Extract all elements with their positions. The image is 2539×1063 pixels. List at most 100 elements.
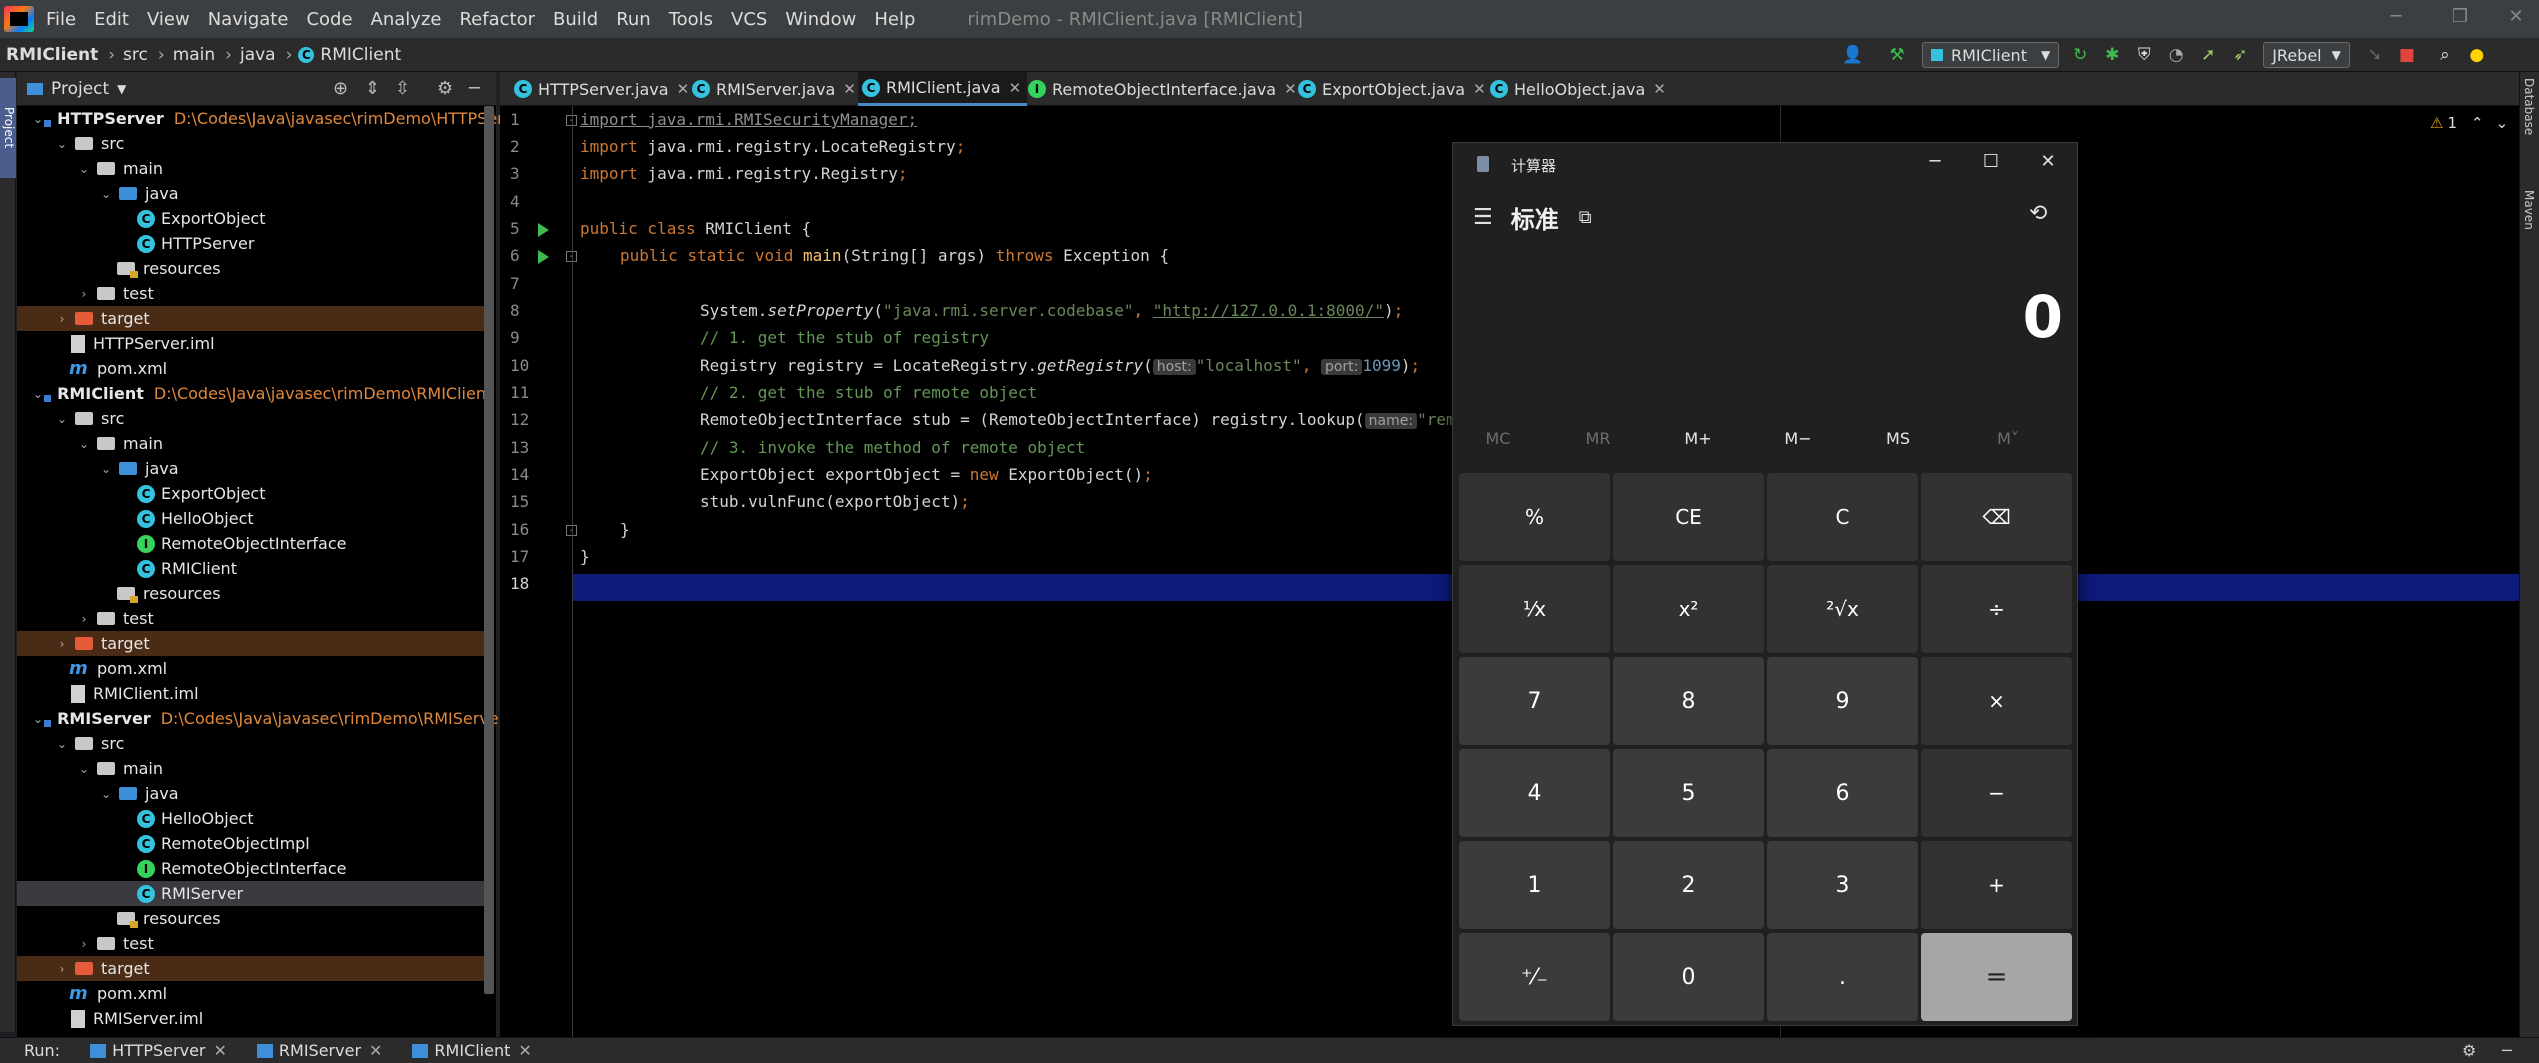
profile-icon[interactable]: ◔ bbox=[2165, 44, 2187, 66]
ms-button[interactable]: MS bbox=[1853, 429, 1943, 448]
tree-interface[interactable]: I RemoteObjectInterface bbox=[17, 856, 487, 881]
close-icon[interactable]: ✕ bbox=[518, 1041, 531, 1060]
tree-file[interactable]: RMIClient.iml bbox=[17, 681, 487, 706]
hamburger-menu-icon[interactable]: ☰ bbox=[1473, 205, 1493, 230]
tree-folder-resources[interactable]: resources bbox=[17, 581, 487, 606]
menu-code[interactable]: Code bbox=[306, 9, 352, 30]
search-icon[interactable]: ⌕ bbox=[2434, 44, 2456, 66]
tree-module-rmiserver[interactable]: ⌄ RMIServer D:\Codes\Java\javasec\rimDem… bbox=[17, 706, 505, 731]
m-plus-button[interactable]: M+ bbox=[1653, 429, 1743, 448]
collapse-arrow-icon[interactable]: › bbox=[77, 287, 91, 301]
mr-button[interactable]: MR bbox=[1553, 429, 1643, 448]
collapse-arrow-icon[interactable]: › bbox=[55, 637, 69, 651]
chevron-down-icon[interactable]: ⌄ bbox=[2496, 114, 2509, 132]
percent-button[interactable]: % bbox=[1459, 473, 1610, 561]
digit-7-button[interactable]: 7 bbox=[1459, 657, 1610, 745]
digit-1-button[interactable]: 1 bbox=[1459, 841, 1610, 929]
tab-remoteobjectinterface[interactable]: I RemoteObjectInterface.java ✕ bbox=[1024, 72, 1297, 106]
tree-class[interactable]: C RMIClient bbox=[17, 556, 487, 581]
expand-arrow-icon[interactable]: ⌄ bbox=[77, 437, 91, 451]
digit-2-button[interactable]: 2 bbox=[1613, 841, 1764, 929]
tree-folder-src[interactable]: ⌄ src bbox=[17, 131, 487, 156]
project-tool-tab[interactable]: Project bbox=[0, 78, 16, 178]
tree-folder-test[interactable]: › test bbox=[17, 281, 487, 306]
tree-module-rmiclient[interactable]: ⌄ RMIClient D:\Codes\Java\javasec\rimDem… bbox=[17, 381, 492, 406]
menu-build[interactable]: Build bbox=[553, 9, 598, 30]
tab-httpserver[interactable]: C HTTPServer.java ✕ bbox=[510, 72, 689, 106]
hide-icon[interactable]: ─ bbox=[2502, 1041, 2512, 1060]
reciprocal-button[interactable]: ¹⁄x bbox=[1459, 565, 1610, 653]
run-tab-rmiclient[interactable]: RMIClient ✕ bbox=[412, 1041, 532, 1060]
tree-file[interactable]: RMIServer.iml bbox=[17, 1006, 487, 1031]
tree-folder-java[interactable]: ⌄ java bbox=[17, 781, 487, 806]
keep-on-top-icon[interactable]: ⧉ bbox=[1579, 207, 1592, 228]
tree-folder-resources[interactable]: resources bbox=[17, 256, 487, 281]
chevron-up-icon[interactable]: ⌃ bbox=[2471, 114, 2484, 132]
tree-file[interactable]: HTTPServer.iml bbox=[17, 331, 487, 356]
hide-icon[interactable]: ─ bbox=[469, 78, 480, 99]
jrebel-debug-icon[interactable]: ➶ bbox=[2229, 44, 2251, 66]
project-scrollbar[interactable] bbox=[484, 106, 494, 994]
user-icon[interactable]: 👤 bbox=[1842, 44, 1864, 66]
memory-list-button[interactable]: M˅ bbox=[1963, 429, 2053, 448]
digit-3-button[interactable]: 3 bbox=[1767, 841, 1918, 929]
run-configuration-select[interactable]: RMIClient ▼ bbox=[1922, 42, 2060, 68]
database-tool-tab[interactable]: Database bbox=[2522, 78, 2536, 135]
expand-arrow-icon[interactable]: ⌄ bbox=[55, 137, 69, 151]
menu-analyze[interactable]: Analyze bbox=[371, 9, 442, 30]
tab-exportobject[interactable]: C ExportObject.java ✕ bbox=[1294, 72, 1486, 106]
expand-arrow-icon[interactable]: ⌄ bbox=[33, 387, 43, 401]
inspection-widget[interactable]: ⚠ 1 ⌃ ⌄ bbox=[2430, 114, 2508, 132]
expand-arrow-icon[interactable]: ⌄ bbox=[33, 112, 43, 126]
locate-icon[interactable]: ⊕ bbox=[333, 78, 348, 99]
plugin-icon[interactable]: ● bbox=[2466, 44, 2488, 66]
tree-folder-target[interactable]: › target bbox=[17, 956, 487, 981]
tree-class-selected[interactable]: C RMIServer bbox=[17, 881, 487, 906]
menu-view[interactable]: View bbox=[147, 9, 190, 30]
divide-button[interactable]: ÷ bbox=[1921, 565, 2072, 653]
digit-6-button[interactable]: 6 bbox=[1767, 749, 1918, 837]
tree-interface[interactable]: I RemoteObjectInterface bbox=[17, 531, 487, 556]
clear-button[interactable]: C bbox=[1767, 473, 1918, 561]
tree-module-httpserver[interactable]: ⌄ HTTPServer D:\Codes\Java\javasec\rimDe… bbox=[17, 106, 513, 131]
tree-class[interactable]: C RemoteObjectImpl bbox=[17, 831, 487, 856]
project-panel-title[interactable]: Project bbox=[51, 79, 109, 99]
run-tab-httpserver[interactable]: HTTPServer ✕ bbox=[90, 1041, 227, 1060]
tree-file[interactable]: m pom.xml bbox=[17, 356, 487, 381]
tree-folder-test[interactable]: › test bbox=[17, 931, 487, 956]
chevron-down-icon[interactable]: ▼ bbox=[117, 82, 126, 96]
menu-run[interactable]: Run bbox=[616, 9, 651, 30]
decimal-button[interactable]: . bbox=[1767, 933, 1918, 1021]
clear-entry-button[interactable]: CE bbox=[1613, 473, 1764, 561]
expand-all-icon[interactable]: ⇕ bbox=[365, 78, 380, 99]
tree-folder-main[interactable]: ⌄ main bbox=[17, 156, 487, 181]
collapse-all-icon[interactable]: ⇳ bbox=[395, 78, 410, 99]
expand-arrow-icon[interactable]: ⌄ bbox=[77, 762, 91, 776]
multiply-button[interactable]: × bbox=[1921, 657, 2072, 745]
breadcrumb-project[interactable]: RMIClient bbox=[6, 45, 98, 65]
close-icon[interactable]: ✕ bbox=[2496, 6, 2536, 32]
run-tab-rmiserver[interactable]: RMIServer ✕ bbox=[256, 1041, 382, 1060]
close-icon[interactable]: ✕ bbox=[2033, 151, 2063, 177]
menu-refactor[interactable]: Refactor bbox=[459, 9, 535, 30]
close-icon[interactable]: ✕ bbox=[1653, 80, 1666, 98]
add-button[interactable]: + bbox=[1921, 841, 2072, 929]
digit-4-button[interactable]: 4 bbox=[1459, 749, 1610, 837]
close-icon[interactable]: ✕ bbox=[1009, 79, 1022, 97]
menu-file[interactable]: File bbox=[46, 9, 76, 30]
tab-rmiserver[interactable]: C RMIServer.java ✕ bbox=[688, 72, 856, 106]
digit-9-button[interactable]: 9 bbox=[1767, 657, 1918, 745]
close-icon[interactable]: ✕ bbox=[214, 1041, 227, 1060]
rerun-icon[interactable]: ↻ bbox=[2069, 44, 2091, 66]
close-icon[interactable]: ✕ bbox=[1473, 80, 1486, 98]
menu-window[interactable]: Window bbox=[785, 9, 856, 30]
mc-button[interactable]: MC bbox=[1453, 429, 1543, 448]
expand-arrow-icon[interactable]: ⌄ bbox=[99, 462, 113, 476]
equals-button[interactable]: = bbox=[1921, 933, 2072, 1021]
gear-icon[interactable]: ⚙ bbox=[437, 78, 453, 99]
expand-arrow-icon[interactable]: ⌄ bbox=[55, 737, 69, 751]
stop-icon[interactable]: ■ bbox=[2396, 44, 2418, 66]
close-icon[interactable]: ✕ bbox=[843, 80, 856, 98]
digit-8-button[interactable]: 8 bbox=[1613, 657, 1764, 745]
tree-class[interactable]: C ExportObject bbox=[17, 481, 487, 506]
